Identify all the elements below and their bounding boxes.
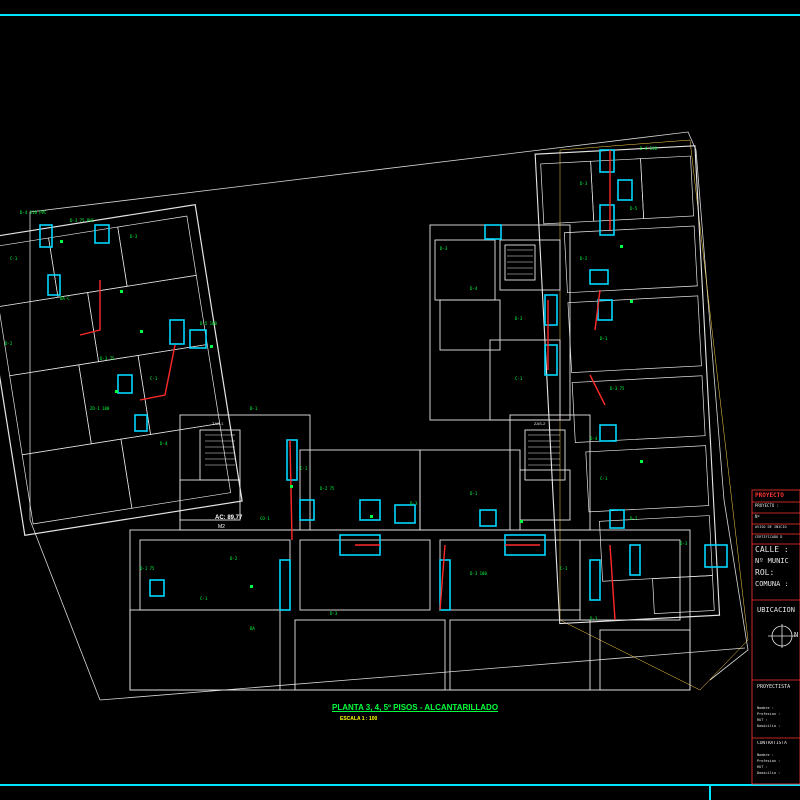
address-street: CALLE :: [755, 545, 789, 554]
svg-text:C-1: C-1: [300, 466, 308, 471]
svg-text:C-1: C-1: [600, 476, 608, 481]
svg-text:D-3: D-3: [680, 541, 688, 546]
owner-title: PROYECTISTA: [757, 684, 791, 690]
svg-text:D-3: D-3: [330, 611, 338, 616]
stair-middle: [507, 249, 533, 275]
contractor-title: CONTRATISTA: [757, 741, 787, 746]
svg-text:D-4 110: D-4 110: [640, 146, 657, 151]
title-block-row-project: PROYECTO :: [755, 503, 780, 508]
svg-text:D-1: D-1: [600, 336, 608, 341]
address-rol: ROL:: [755, 568, 775, 577]
svg-text:D-3 75: D-3 75: [610, 386, 625, 391]
svg-text:D-5 100: D-5 100: [200, 321, 217, 326]
svg-text:D-3: D-3: [580, 181, 588, 186]
stair-left: [205, 434, 235, 466]
svg-text:B-1: B-1: [250, 406, 258, 411]
svg-text:C-1: C-1: [200, 596, 208, 601]
left-wing-rooms: [0, 215, 232, 525]
area-label-unit: M2: [218, 524, 225, 530]
north-arrow: [768, 624, 796, 648]
svg-text:D-2: D-2: [580, 256, 588, 261]
central-block: [129, 414, 691, 691]
address-commune: COMUNA :: [755, 580, 789, 588]
floor-plan-drawing: D-4 110 PVC D-3 75 PVC D-3 C-1 BA-C D-2 D-3 …: [0, 14, 800, 800]
owner-section: PROYECTISTA Nombre : Profesion : RUT : D…: [757, 684, 800, 730]
svg-text:D-3: D-3: [515, 316, 523, 321]
svg-text:D-2 75: D-2 75: [320, 486, 335, 491]
title-block-text: PROYECTO PROYECTO : Nº AVISO DE INICIO C…: [755, 492, 800, 592]
contractor-section: CONTRATISTA Nombre : Profesion : RUT : D…: [757, 741, 800, 777]
svg-text:D-1: D-1: [470, 491, 478, 496]
svg-text:D-1 75: D-1 75: [140, 566, 155, 571]
stair-label-2: ZAS-2: [534, 421, 546, 426]
left-wing-outline: [0, 203, 243, 537]
right-tower: [534, 145, 721, 625]
svg-text:C-1: C-1: [10, 256, 18, 261]
svg-text:D-3: D-3: [410, 501, 418, 506]
drawing-scale: ESCALA 1 : 100: [340, 716, 378, 722]
title-block-row-number: Nº: [755, 514, 760, 519]
title-block-header: PROYECTO: [755, 492, 784, 499]
svg-text:C-1: C-1: [150, 376, 158, 381]
cad-canvas: D-4 110 PVC D-3 75 PVC D-3 C-1 BA-C D-2 D-3 …: [0, 0, 800, 800]
svg-text:D-3: D-3: [590, 616, 598, 621]
svg-text:D-3: D-3: [130, 234, 138, 239]
north-label: N: [794, 631, 799, 639]
stair-label-1: ZAS-1: [212, 421, 224, 426]
contractor-field-address: Domicilio :: [757, 771, 781, 775]
svg-text:D-2: D-2: [230, 556, 238, 561]
svg-text:D-3 75 PVC: D-3 75 PVC: [70, 218, 95, 223]
svg-text:D-4: D-4: [160, 441, 168, 446]
svg-text:D-5: D-5: [630, 206, 638, 211]
left-wing: [0, 203, 243, 537]
svg-text:D-3 75: D-3 75: [100, 356, 115, 361]
svg-text:D-4: D-4: [470, 286, 478, 291]
owner-field-address: Domicilio :: [757, 724, 781, 728]
right-middle-wing: [429, 224, 571, 421]
svg-text:D-4 110 PVC: D-4 110 PVC: [20, 210, 47, 215]
location-label: UBICACION: [757, 606, 795, 614]
area-label-value: AC: 89,77: [215, 515, 243, 521]
svg-text:BA: BA: [250, 626, 255, 631]
svg-text:D-2: D-2: [5, 341, 13, 346]
svg-text:D-3 100: D-3 100: [470, 571, 487, 576]
title-block-row-notice: AVISO DE INICIO: [755, 525, 787, 529]
svg-text:C-1: C-1: [560, 566, 568, 571]
svg-text:C-1: C-1: [515, 376, 523, 381]
svg-text:D-2: D-2: [630, 516, 638, 521]
svg-text:D-4: D-4: [590, 436, 598, 441]
property-line: [99, 647, 746, 701]
stair-right: [528, 434, 560, 466]
drawing-title: PLANTA 3, 4, 5º PISOS - ALCANTARILLADO: [332, 703, 499, 712]
svg-text:CO-1: CO-1: [260, 516, 270, 521]
svg-text:D-3: D-3: [440, 246, 448, 251]
address-number: Nº MUNIC: [755, 557, 789, 565]
svg-text:BA-C: BA-C: [60, 296, 70, 301]
title-block-row-certificate: CERTIFICADO D: [755, 535, 783, 539]
property-line-left: [29, 519, 101, 701]
right-tower-outline: [534, 145, 721, 625]
svg-text:ZO-1 100: ZO-1 100: [90, 406, 110, 411]
